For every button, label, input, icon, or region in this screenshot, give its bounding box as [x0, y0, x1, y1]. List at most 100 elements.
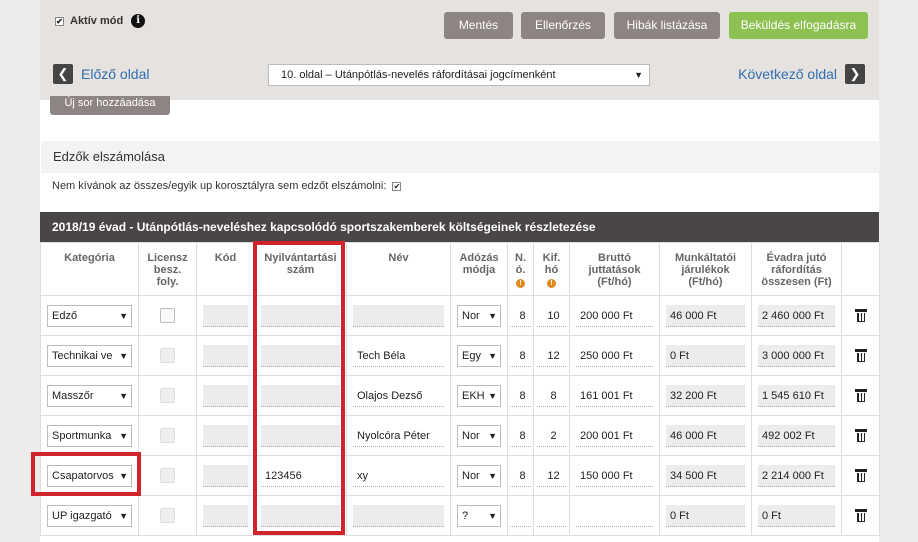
category-select[interactable]: Masszőr ▼: [47, 384, 132, 407]
list-errors-button[interactable]: Hibák listázása: [614, 12, 720, 39]
gross-field[interactable]: 161 001 Ft: [576, 384, 653, 407]
trash-icon[interactable]: [854, 468, 867, 483]
n-field[interactable]: 8: [510, 384, 531, 407]
name-field[interactable]: [353, 504, 444, 527]
actions-cell: [841, 495, 880, 536]
gross-field[interactable]: 150 000 Ft: [576, 464, 653, 487]
season-total-field: 1 545 610 Ft: [758, 384, 835, 407]
employer-cell: 0 Ft: [659, 495, 752, 536]
dropdown-arrow-icon: ▼: [117, 505, 128, 526]
code-field[interactable]: [203, 464, 248, 487]
tax-cell: Egy ▼: [450, 335, 508, 376]
tax-mode-select[interactable]: Nor ▼: [457, 464, 501, 487]
active-mode-checkbox[interactable]: ✔: [55, 16, 64, 26]
kif-field[interactable]: 12: [537, 464, 566, 487]
name-cell: Nyolcóra Péter: [346, 415, 451, 456]
warning-coin-icon[interactable]: !: [516, 279, 525, 288]
chevron-right-icon: ❯: [845, 64, 865, 84]
category-select[interactable]: Technikai ve ▼: [47, 344, 132, 367]
gross-field[interactable]: 200 000 Ft: [576, 304, 653, 327]
license-cell: [138, 335, 197, 376]
dropdown-arrow-icon: ▼: [117, 345, 128, 366]
n-field[interactable]: 8: [510, 464, 531, 487]
license-checkbox[interactable]: [160, 388, 175, 403]
trash-icon[interactable]: [854, 308, 867, 323]
name-field[interactable]: Nyolcóra Péter: [353, 424, 444, 447]
active-mode-toggle[interactable]: ✔ Aktív mód i: [55, 14, 146, 28]
next-page-link[interactable]: Következő oldal ❯: [738, 64, 865, 84]
code-field[interactable]: [203, 344, 248, 367]
actions-cell: [841, 335, 880, 376]
tax-cell: ? ▼: [450, 495, 508, 536]
n-field[interactable]: 8: [510, 304, 531, 327]
tax-mode-select[interactable]: Egy ▼: [457, 344, 501, 367]
submit-button[interactable]: Beküldés elfogadásra: [729, 12, 868, 39]
code-field[interactable]: [203, 304, 248, 327]
gross-field[interactable]: 250 000 Ft: [576, 344, 653, 367]
code-field[interactable]: [203, 504, 248, 527]
prev-page-link[interactable]: ❮ Előző oldal: [53, 64, 150, 84]
registry-number-field[interactable]: [261, 384, 340, 407]
trash-icon[interactable]: [854, 508, 867, 523]
name-field[interactable]: xy: [353, 464, 444, 487]
employer-cell: 34 500 Ft: [659, 455, 752, 496]
tax-mode-select[interactable]: EKH ▼: [457, 384, 501, 407]
table-row: UP igazgató ▼ ? ▼ 0 Ft 0 Ft: [40, 495, 880, 536]
category-cell: Sportmunka ▼: [40, 415, 139, 456]
registry-number-field[interactable]: [261, 424, 340, 447]
license-checkbox[interactable]: [160, 348, 175, 363]
license-checkbox[interactable]: [160, 428, 175, 443]
license-checkbox[interactable]: [160, 468, 175, 483]
trash-icon[interactable]: [854, 348, 867, 363]
license-cell: [138, 415, 197, 456]
license-cell: [138, 295, 197, 336]
trash-icon[interactable]: [854, 388, 867, 403]
license-checkbox[interactable]: [160, 308, 175, 323]
check-button[interactable]: Ellenőrzés: [521, 12, 605, 39]
employer-contrib-field: 0 Ft: [666, 504, 745, 527]
no-coach-checkbox[interactable]: ✔: [392, 181, 402, 191]
name-field[interactable]: Tech Béla: [353, 344, 444, 367]
category-select[interactable]: Sportmunka ▼: [47, 424, 132, 447]
actions-cell: [841, 415, 880, 456]
save-button[interactable]: Mentés: [444, 12, 513, 39]
tax-mode-select[interactable]: Nor ▼: [457, 304, 501, 327]
kif-field[interactable]: 10: [537, 304, 566, 327]
kif-field[interactable]: 8: [537, 384, 566, 407]
employer-contrib-field: 46 000 Ft: [666, 424, 745, 447]
gross-field[interactable]: [576, 504, 653, 527]
category-select[interactable]: Csapatorvos ▼: [47, 464, 132, 487]
kif-field[interactable]: 2: [537, 424, 566, 447]
name-field[interactable]: Olajos Dezső: [353, 384, 444, 407]
category-select[interactable]: Edző ▼: [47, 304, 132, 327]
kif-field[interactable]: 12: [537, 344, 566, 367]
gross-field[interactable]: 200 001 Ft: [576, 424, 653, 447]
n-field[interactable]: 8: [510, 344, 531, 367]
tax-mode-select[interactable]: ? ▼: [457, 504, 501, 527]
registry-number-field[interactable]: [261, 504, 340, 527]
license-checkbox[interactable]: [160, 508, 175, 523]
warning-coin-icon[interactable]: !: [547, 279, 556, 288]
trash-icon[interactable]: [854, 428, 867, 443]
registry-number-field[interactable]: 123456: [261, 464, 340, 487]
registry-cell: [254, 375, 347, 416]
tax-mode-select[interactable]: Nor ▼: [457, 424, 501, 447]
coaches-section-title: Edzők elszámolása: [41, 141, 880, 173]
category-select[interactable]: UP igazgató ▼: [47, 504, 132, 527]
info-icon[interactable]: i: [131, 14, 146, 28]
registry-cell: 123456: [254, 455, 347, 496]
col-gross: Bruttó juttatások (Ft/hó): [569, 242, 660, 296]
registry-number-field[interactable]: [261, 344, 340, 367]
staff-cost-table: Kategória Licensz besz. foly. Kód Nyilvánt…: [40, 242, 880, 536]
prev-page-label: Előző oldal: [81, 66, 150, 82]
add-row-button[interactable]: Új sor hozzáadása: [50, 96, 170, 115]
registry-number-field[interactable]: [261, 304, 340, 327]
n-field[interactable]: 8: [510, 424, 531, 447]
page-select[interactable]: 10. oldal – Utánpótlás-nevelés ráfordítá…: [268, 64, 650, 86]
code-field[interactable]: [203, 424, 248, 447]
col-name: Név: [346, 242, 451, 296]
name-field[interactable]: [353, 304, 444, 327]
kif-field[interactable]: [537, 504, 566, 527]
code-field[interactable]: [203, 384, 248, 407]
n-field[interactable]: [510, 504, 531, 527]
